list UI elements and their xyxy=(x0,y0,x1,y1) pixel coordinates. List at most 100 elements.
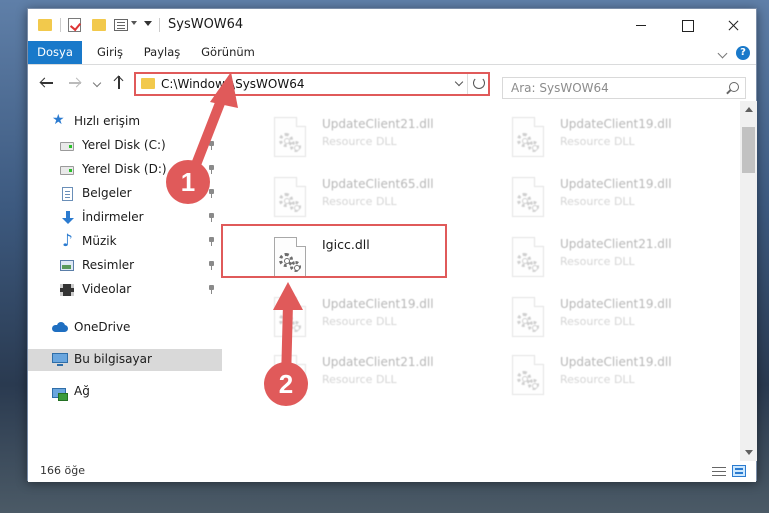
ribbon-tabs: Dosya Giriş Paylaş Görünüm ? xyxy=(28,41,756,65)
sidebar-item-quick-access[interactable]: Hızlı erişim xyxy=(28,111,222,133)
pin-icon[interactable] xyxy=(208,189,215,198)
sidebar-item-local-disk-c[interactable]: Yerel Disk (C:) xyxy=(28,135,222,157)
file-name: UpdateClient21.dll xyxy=(560,237,672,251)
pin-icon[interactable] xyxy=(208,285,215,294)
network-icon xyxy=(52,385,68,401)
navigation-pane: Hızlı erişim Yerel Disk (C:) Yerel Disk … xyxy=(28,101,222,461)
large-icons-view-icon[interactable] xyxy=(732,465,746,477)
new-folder-icon[interactable] xyxy=(92,19,106,31)
tab-paylas[interactable]: Paylaş xyxy=(140,41,184,64)
file-type: Resource DLL xyxy=(560,315,635,328)
file-type: Resource DLL xyxy=(322,195,397,208)
tab-giris[interactable]: Giriş xyxy=(92,41,128,64)
vertical-scrollbar[interactable] xyxy=(740,101,757,461)
search-placeholder: Ara: SysWOW64 xyxy=(511,81,609,95)
sidebar-item-pictures[interactable]: Resimler xyxy=(28,255,222,277)
file-item[interactable]: UpdateClient19.dll Resource DLL xyxy=(486,169,716,225)
file-item[interactable]: UpdateClient19.dll Resource DLL xyxy=(486,289,716,345)
item-count: 166 öğe xyxy=(40,464,85,477)
maximize-button[interactable] xyxy=(664,9,710,41)
tab-dosya[interactable]: Dosya xyxy=(28,41,82,64)
file-item[interactable]: UpdateClient19.dll Resource DLL xyxy=(486,347,716,403)
step-1-badge: 1 xyxy=(166,160,210,204)
minimize-button[interactable] xyxy=(618,9,664,41)
dll-file-icon xyxy=(274,117,306,157)
file-type: Resource DLL xyxy=(560,195,635,208)
pin-icon[interactable] xyxy=(208,213,215,222)
close-button[interactable] xyxy=(710,9,756,41)
rename-icon[interactable] xyxy=(114,19,128,31)
scroll-down-icon[interactable] xyxy=(745,450,753,455)
dll-file-icon xyxy=(512,297,544,337)
download-icon xyxy=(61,211,75,225)
title-bar: SysWOW64 xyxy=(28,9,756,41)
sidebar-item-label: Belgeler xyxy=(82,186,132,200)
sidebar-item-label: Müzik xyxy=(82,234,117,248)
cloud-icon xyxy=(52,321,68,335)
chevron-down-icon[interactable] xyxy=(131,21,137,25)
pin-icon[interactable] xyxy=(208,141,215,150)
file-name: Igicc.dll xyxy=(322,237,370,252)
file-item-igicc[interactable]: Igicc.dll xyxy=(248,229,478,285)
dll-file-icon xyxy=(512,355,544,395)
refresh-icon[interactable] xyxy=(473,77,485,89)
pin-icon[interactable] xyxy=(208,237,215,246)
divider xyxy=(159,18,160,32)
file-item[interactable]: UpdateClient21.dll Resource DLL xyxy=(248,109,478,165)
dll-file-icon xyxy=(512,177,544,217)
sidebar-item-music[interactable]: Müzik xyxy=(28,231,222,253)
expand-ribbon-icon[interactable] xyxy=(717,48,728,59)
dll-file-icon xyxy=(274,297,306,337)
file-item[interactable]: UpdateClient19.dll Resource DLL xyxy=(486,109,716,165)
pin-icon[interactable] xyxy=(208,261,215,270)
file-name: UpdateClient21.dll xyxy=(322,355,434,369)
scrollbar-thumb[interactable] xyxy=(742,127,755,173)
search-input[interactable]: Ara: SysWOW64 xyxy=(502,77,746,99)
window-title: SysWOW64 xyxy=(168,17,244,32)
sidebar-item-label: Videolar xyxy=(82,282,132,296)
chevron-down-icon[interactable] xyxy=(454,77,464,87)
forward-button[interactable] xyxy=(68,76,82,90)
file-item[interactable]: UpdateClient65.dll Resource DLL xyxy=(248,169,478,225)
address-bar[interactable]: C:\Windows\SysWOW64 xyxy=(134,72,490,96)
drive-icon xyxy=(60,166,74,175)
file-name: UpdateClient19.dll xyxy=(560,297,672,311)
quick-access-dropdown-icon[interactable] xyxy=(144,21,152,26)
sidebar-item-onedrive[interactable]: OneDrive xyxy=(28,317,222,339)
sidebar-item-label: OneDrive xyxy=(74,320,131,334)
sidebar-item-this-pc[interactable]: Bu bilgisayar xyxy=(28,349,222,371)
sidebar-item-videos[interactable]: Videolar xyxy=(28,279,222,301)
help-icon[interactable]: ? xyxy=(736,46,750,60)
file-name: UpdateClient65.dll xyxy=(322,177,434,191)
drive-icon xyxy=(60,142,74,151)
file-type: Resource DLL xyxy=(322,315,397,328)
divider xyxy=(467,74,468,94)
up-button[interactable] xyxy=(112,74,126,90)
file-name: UpdateClient19.dll xyxy=(560,177,672,191)
folder-icon xyxy=(141,78,155,89)
details-view-icon[interactable] xyxy=(712,466,726,477)
tab-gorunum[interactable]: Görünüm xyxy=(198,41,258,64)
search-icon[interactable] xyxy=(729,82,739,92)
divider xyxy=(60,18,61,32)
dll-file-icon xyxy=(274,177,306,217)
file-name: UpdateClient19.dll xyxy=(560,355,672,369)
dll-file-icon xyxy=(512,117,544,157)
sidebar-item-network[interactable]: Ağ xyxy=(28,381,222,403)
file-type: Resource DLL xyxy=(322,373,397,386)
scroll-up-icon[interactable] xyxy=(745,107,753,112)
video-icon xyxy=(60,284,74,296)
sidebar-item-downloads[interactable]: İndirmeler xyxy=(28,207,222,229)
pin-icon[interactable] xyxy=(208,165,215,174)
document-icon xyxy=(62,187,73,201)
file-item[interactable]: UpdateClient19.dll Resource DLL xyxy=(248,289,478,345)
pictures-icon xyxy=(60,260,74,271)
file-type: Resource DLL xyxy=(322,135,397,148)
recent-locations-chevron-icon[interactable] xyxy=(92,78,102,88)
file-item[interactable]: UpdateClient21.dll Resource DLL xyxy=(486,229,716,285)
file-list: UpdateClient21.dll Resource DLL UpdateCl… xyxy=(222,101,740,461)
back-button[interactable] xyxy=(40,76,54,90)
properties-check-icon[interactable] xyxy=(68,18,81,32)
address-path[interactable]: C:\Windows\SysWOW64 xyxy=(161,76,305,92)
sidebar-item-label: Resimler xyxy=(82,258,135,272)
